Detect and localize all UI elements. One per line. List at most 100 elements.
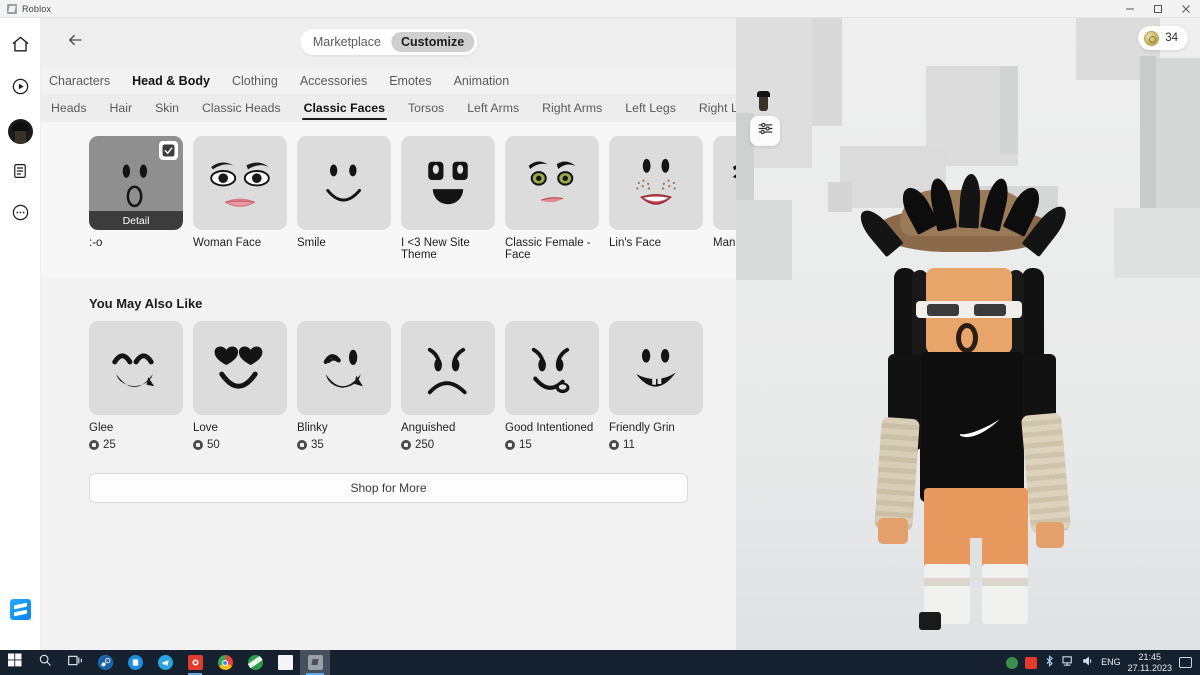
item-label: Glee [89, 421, 114, 434]
window-titlebar: Roblox [0, 0, 1200, 18]
item-tile[interactable]: Smile [297, 136, 391, 262]
rail-item-more[interactable] [4, 199, 36, 231]
windows-taskbar: ENG 21:45 27.11.2023 [0, 650, 1200, 675]
taskbar-app-steam[interactable] [90, 650, 120, 675]
tab-head-and-body[interactable]: Head & Body [132, 74, 210, 88]
tray-network-icon[interactable] [1062, 654, 1075, 672]
taskbar-app-blue[interactable] [120, 650, 150, 675]
face-classic-female-icon [528, 161, 576, 203]
subtab-left-legs[interactable]: Left Legs [625, 94, 676, 122]
avatar-3d-viewport[interactable]: 34 [736, 18, 1200, 650]
item-tile[interactable]: Lin's Face [609, 136, 703, 262]
subtab-heads[interactable]: Heads [51, 94, 87, 122]
taskbar-app-red[interactable] [180, 650, 210, 675]
item-thumbnail[interactable] [193, 136, 287, 230]
back-button[interactable] [62, 29, 88, 55]
tray-green-icon[interactable] [1006, 656, 1019, 669]
subtab-right-arms[interactable]: Right Arms [542, 94, 602, 122]
avatar-hair-spike [958, 173, 982, 229]
subtab-classic-faces[interactable]: Classic Faces [301, 94, 388, 122]
subtab-torsos[interactable]: Torsos [408, 94, 444, 122]
segment-marketplace[interactable]: Marketplace [303, 32, 391, 52]
clock-time: 21:45 [1138, 651, 1162, 662]
item-tile[interactable]: I <3 New Site Theme [401, 136, 495, 262]
item-tile[interactable]: Classic Female - Face [505, 136, 599, 262]
tab-emotes[interactable]: Emotes [389, 74, 431, 88]
system-tray: ENG 21:45 27.11.2023 [1006, 652, 1200, 674]
tab-accessories[interactable]: Accessories [300, 74, 367, 88]
item-label: Anguished [401, 421, 456, 434]
tray-red-icon[interactable] [1025, 656, 1038, 669]
detail-button[interactable]: Detail [89, 211, 183, 230]
subtab-left-arms[interactable]: Left Arms [467, 94, 519, 122]
item-tile[interactable]: Detail :-o [89, 136, 183, 262]
recommendation-tile[interactable]: Good Intentioned 15 [505, 320, 599, 451]
recommendation-tile[interactable]: Anguished 250 [401, 320, 495, 451]
rail-item-store[interactable] [4, 593, 36, 625]
rail-item-feed[interactable] [4, 157, 36, 189]
item-thumbnail[interactable] [193, 320, 287, 415]
subtab-skin[interactable]: Skin [155, 94, 179, 122]
item-label: Smile [297, 237, 326, 249]
close-button[interactable] [1172, 0, 1200, 18]
maximize-button[interactable] [1144, 0, 1172, 18]
tab-clothing[interactable]: Clothing [232, 74, 278, 88]
sub-tabs-scroller[interactable]: Heads Hair Skin Classic Heads Classic Fa… [41, 94, 736, 122]
price-value: 250 [415, 439, 435, 452]
recommendation-tile[interactable]: Blinky 35 [297, 320, 391, 451]
taskbar-clock[interactable]: 21:45 27.11.2023 [1128, 652, 1172, 674]
item-thumbnail[interactable] [609, 320, 703, 415]
item-price: 15 [505, 439, 599, 451]
item-thumbnail[interactable] [609, 136, 703, 230]
item-thumbnail[interactable] [89, 320, 183, 415]
blue-app-icon [127, 655, 143, 670]
segment-customize[interactable]: Customize [390, 32, 475, 52]
notepad-icon [277, 655, 293, 670]
rail-item-home[interactable] [4, 31, 36, 63]
tab-characters[interactable]: Characters [49, 74, 110, 88]
shop-for-more-button[interactable]: Shop for More [89, 473, 688, 504]
avatar-figure[interactable] [736, 18, 1200, 650]
viewport-settings-button[interactable] [750, 116, 780, 146]
taskbar-app-telegram[interactable] [150, 650, 180, 675]
item-tile[interactable]: Woman Face [193, 136, 287, 262]
item-thumbnail[interactable] [401, 136, 495, 230]
face-glee-icon [112, 353, 155, 387]
minimize-button[interactable] [1116, 0, 1144, 18]
rail-item-play[interactable] [4, 73, 36, 105]
search-button[interactable] [30, 650, 60, 675]
taskbar-app-chrome[interactable] [210, 650, 240, 675]
red-app-icon [187, 655, 203, 670]
notification-icon[interactable] [1179, 657, 1192, 668]
recommendation-tile[interactable]: Glee 25 [89, 320, 183, 451]
item-price: 250 [401, 439, 495, 451]
subtab-hair[interactable]: Hair [110, 94, 133, 122]
item-price: 25 [89, 439, 183, 451]
subtab-classic-heads[interactable]: Classic Heads [202, 94, 281, 122]
item-thumbnail[interactable]: Detail [89, 136, 183, 230]
item-thumbnail[interactable] [505, 136, 599, 230]
robux-balance[interactable]: 34 [1138, 26, 1188, 50]
avatar-face-mouth [956, 323, 978, 353]
taskbar-app-notepad[interactable] [270, 650, 300, 675]
item-thumbnail[interactable] [505, 320, 599, 415]
taskbar-app-green[interactable] [240, 650, 270, 675]
tray-language[interactable]: ENG [1101, 657, 1121, 667]
face-blinky-icon [323, 349, 363, 388]
item-thumbnail[interactable] [297, 320, 391, 415]
task-view-button[interactable] [60, 650, 90, 675]
recommendation-tile[interactable]: Love 50 [193, 320, 287, 451]
item-thumbnail[interactable] [297, 136, 391, 230]
item-thumbnail[interactable] [401, 320, 495, 415]
rail-item-avatar[interactable] [4, 115, 36, 147]
tab-animation[interactable]: Animation [454, 74, 510, 88]
tray-volume-icon[interactable] [1082, 654, 1094, 672]
selected-checkbox[interactable] [159, 141, 178, 160]
customize-panel: Marketplace Customize Characters Head & … [41, 18, 807, 650]
recommendation-tile[interactable]: Friendly Grin 11 [609, 320, 703, 451]
subtab-right-legs[interactable]: Right L [699, 94, 736, 122]
tray-bluetooth-icon[interactable] [1044, 654, 1055, 672]
robux-icon [297, 440, 307, 451]
taskbar-app-roblox[interactable] [300, 650, 330, 675]
start-button[interactable] [0, 650, 30, 675]
